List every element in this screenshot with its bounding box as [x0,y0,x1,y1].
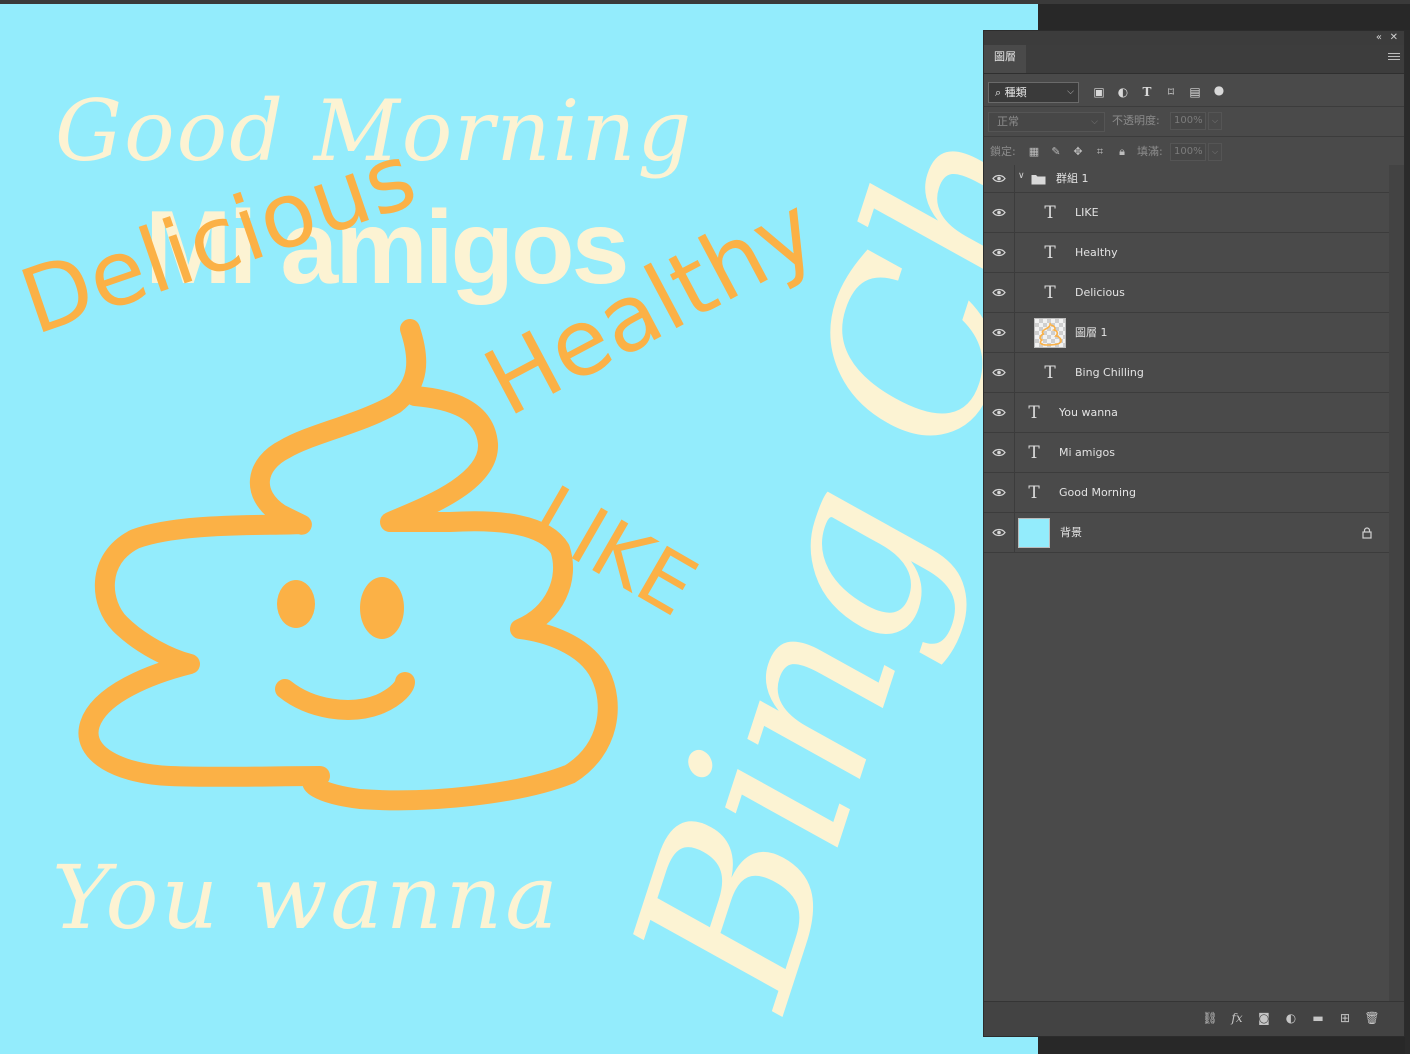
type-filter-icon[interactable]: T [1140,85,1154,99]
lock-all-icon[interactable]: 🔒︎ [1115,145,1129,159]
layer-name: Bing Chilling [1075,365,1144,379]
add-mask-icon[interactable]: ◙ [1256,1011,1272,1025]
eye-icon[interactable] [992,448,1006,457]
chevron-down-icon: ⌵ [1091,117,1098,127]
chevron-down-icon[interactable]: ∨ [1018,171,1025,181]
close-icon[interactable]: ✕ [1390,31,1398,45]
layers-bottom-toolbar: ⛓ fx ◙ ◐ ▬ ⊞ 🗑︎ [984,1001,1404,1036]
lock-transparent-icon[interactable]: ▦ [1027,145,1041,159]
blend-row: 正常 ⌵ 不透明度: 100% ⌵ [984,107,1404,137]
poop-eyes [277,577,404,639]
layer-name: You wanna [1059,405,1118,419]
panel-tab-bar: 圖層 [984,45,1404,74]
layer-row-healthy[interactable]: T Healthy [984,233,1389,273]
filter-kind-label: 種類 [1004,86,1027,99]
hamburger-menu-icon[interactable] [1388,51,1400,63]
layers-scrollbar[interactable] [1389,165,1404,1003]
smart-object-filter-icon[interactable]: ▤ [1188,85,1202,99]
new-group-icon[interactable]: ▬ [1310,1011,1326,1025]
layers-panel: « ✕ 圖層 ⌕ 種類 ⌵ ▣ ◐ T ⌑ ▤ ● 正常 ⌵ 不透明度: 100… [983,30,1405,1037]
layer-name: Healthy [1075,245,1118,259]
fill-input[interactable]: 100% [1170,143,1206,161]
lock-label: 鎖定: [990,145,1016,158]
document-canvas[interactable]: Good Morning Mi amigos Delicious Healthy… [0,4,1038,1054]
layer-list: ∨ 群組 1 T LIKE T Healthy T Delicious 圖層 1… [984,165,1389,553]
double-chevron-left-icon[interactable]: « [1376,31,1382,45]
layer-row-you-wanna[interactable]: T You wanna [984,393,1389,433]
layer-row-layer-1[interactable]: 圖層 1 [984,313,1389,353]
text-layer-icon: T [1028,482,1040,503]
eye-icon[interactable] [992,174,1006,183]
folder-icon [1031,175,1046,185]
panel-chrome: « ✕ [984,31,1404,45]
shape-filter-icon[interactable]: ⌑ [1164,85,1178,99]
lock-move-icon[interactable]: ✥ [1071,145,1085,159]
opacity-dropdown-icon[interactable]: ⌵ [1208,112,1222,130]
lock-row: 鎖定: ▦ ✎ ✥ ⌗ 🔒︎ 填滿: 100% ⌵ [984,137,1404,168]
eye-icon[interactable] [992,368,1006,377]
eye-icon[interactable] [992,208,1006,217]
trash-icon[interactable]: 🗑︎ [1364,1011,1380,1025]
layer-row-group-1[interactable]: ∨ 群組 1 [984,165,1389,193]
layer-row-mi-amigos[interactable]: T Mi amigos [984,433,1389,473]
image-filter-icon[interactable]: ▣ [1092,85,1106,99]
text-layer-icon: T [1028,402,1040,423]
eye-icon[interactable] [992,248,1006,257]
lock-artboard-icon[interactable]: ⌗ [1093,145,1107,159]
eye-icon[interactable] [992,528,1006,537]
filter-kind-select[interactable]: ⌕ 種類 ⌵ [988,82,1079,103]
layer-name: Delicious [1075,285,1125,299]
blend-mode-value: 正常 [997,115,1019,128]
blend-mode-select[interactable]: 正常 ⌵ [988,112,1105,132]
tab-layers[interactable]: 圖層 [984,45,1026,73]
layer-name: 群組 1 [1056,171,1089,185]
layer-row-good-morning[interactable]: T Good Morning [984,473,1389,513]
adjustment-filter-icon[interactable]: ◐ [1116,85,1130,99]
layer-row-bing-chilling[interactable]: T Bing Chilling [984,353,1389,393]
layer-thumbnail [1034,317,1066,348]
lock-icon [1362,527,1372,539]
eye-icon[interactable] [992,288,1006,297]
text-layer-icon: T [1028,442,1040,463]
text-layer-icon: T [1044,362,1056,383]
link-layers-icon[interactable]: ⛓ [1202,1011,1218,1025]
eye-icon[interactable] [992,328,1006,337]
layer-row-delicious[interactable]: T Delicious [984,273,1389,313]
chevron-down-icon: ⌵ [1067,87,1074,97]
layer-name: 背景 [1060,525,1082,539]
lock-paint-icon[interactable]: ✎ [1049,145,1063,159]
opacity-input[interactable]: 100% [1170,112,1206,130]
layer-name: LIKE [1075,205,1099,219]
eye-icon[interactable] [992,488,1006,497]
adjustment-layer-icon[interactable]: ◐ [1283,1011,1299,1025]
text-layer-icon: T [1044,282,1056,303]
layer-row-like[interactable]: T LIKE [984,193,1389,233]
layer-name: Good Morning [1059,485,1136,499]
smiling-poop-drawing [78,319,618,811]
layer-name: 圖層 1 [1075,325,1108,339]
layer-name: Mi amigos [1059,445,1115,459]
fill-label: 填滿: [1137,145,1163,158]
eye-icon[interactable] [992,408,1006,417]
fill-dropdown-icon[interactable]: ⌵ [1208,143,1222,161]
new-layer-icon[interactable]: ⊞ [1337,1011,1353,1025]
filter-toggle-icon[interactable]: ● [1212,83,1226,97]
right-edge-strip [1405,30,1410,1054]
fx-icon[interactable]: fx [1229,1011,1245,1025]
text-layer-icon: T [1044,242,1056,263]
layer-thumbnail [1018,517,1050,548]
layer-row-background[interactable]: 背景 [984,513,1389,553]
text-layer-icon: T [1044,202,1056,223]
search-icon: ⌕ [995,86,1002,99]
layer-filter-row: ⌕ 種類 ⌵ ▣ ◐ T ⌑ ▤ ● [984,74,1404,107]
opacity-label: 不透明度: [1112,114,1160,127]
